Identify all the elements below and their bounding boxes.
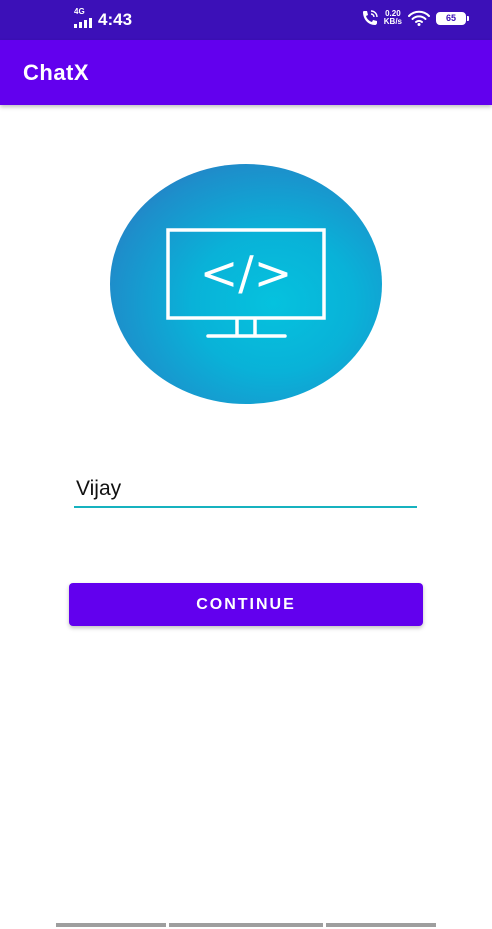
status-bar: 4G 4:43 0.20 KB/s 65 bbox=[0, 0, 492, 40]
code-glyph: </> bbox=[200, 246, 293, 300]
nav-back-icon[interactable] bbox=[326, 923, 436, 927]
status-bar-right: 0.20 KB/s 65 bbox=[360, 10, 469, 26]
clock: 4:43 bbox=[98, 10, 133, 29]
nav-recents-icon[interactable] bbox=[56, 923, 166, 927]
data-speed: 0.20 KB/s bbox=[384, 10, 402, 26]
nav-home-icon[interactable] bbox=[169, 923, 323, 927]
continue-button[interactable]: CONTINUE bbox=[69, 583, 423, 626]
logo-image: </> bbox=[110, 164, 382, 404]
battery-level: 65 bbox=[445, 13, 456, 23]
volte-call-icon bbox=[362, 10, 378, 25]
data-speed-unit: KB/s bbox=[383, 17, 402, 26]
code-monitor-icon: </> bbox=[166, 228, 326, 338]
network-type: 4G bbox=[74, 7, 85, 16]
name-input[interactable] bbox=[74, 472, 417, 506]
app-bar: ChatX bbox=[0, 40, 492, 105]
navigation-bar bbox=[0, 920, 492, 929]
battery-icon: 65 bbox=[436, 11, 469, 25]
wifi-icon bbox=[408, 10, 430, 26]
app-title: ChatX bbox=[23, 60, 90, 85]
name-field[interactable] bbox=[74, 472, 417, 508]
signal-bars-icon: 4G bbox=[72, 7, 92, 30]
status-bar-left: 4G 4:43 bbox=[72, 7, 133, 30]
